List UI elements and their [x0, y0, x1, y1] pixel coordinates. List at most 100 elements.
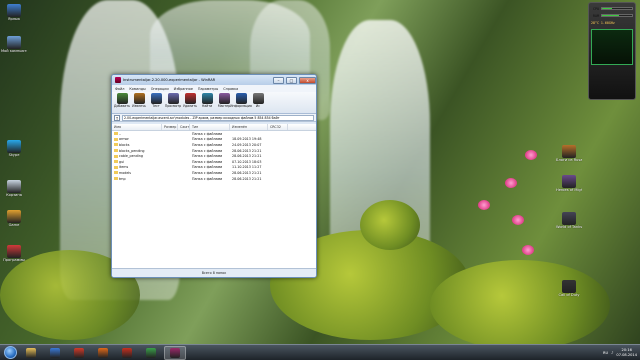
cell-name: cable_pending: [112, 154, 162, 158]
cell-name: gui: [112, 160, 162, 164]
cell-text: gui: [119, 159, 125, 164]
toolbar-button[interactable]: Ис: [250, 93, 266, 112]
column-header-cell[interactable]: Сжат: [178, 124, 190, 130]
minimize-button[interactable]: –: [273, 76, 284, 84]
toolbar-icon: [133, 93, 145, 104]
menu-item[interactable]: Файл: [115, 87, 124, 91]
taskbar-app-opera[interactable]: [68, 346, 90, 360]
winrar-app-icon: [115, 77, 121, 83]
desktop-icon[interactable]: Блоги из Rusak: [556, 145, 582, 167]
menu-item[interactable]: Параметры: [198, 87, 218, 91]
cell-text: armor: [119, 137, 129, 142]
cpu-bar-fill: [601, 8, 612, 9]
volume-icon[interactable]: ♪: [611, 351, 613, 355]
cell-text: 28.06.2013 21:21: [232, 170, 262, 175]
toolbar-button[interactable]: Мастер: [216, 93, 232, 112]
desktop-icon[interactable]: Ярлык: [3, 4, 25, 26]
taskbar-app-filezilla[interactable]: [116, 346, 138, 360]
desktop-icon[interactable]: Мой компьютер: [1, 36, 27, 58]
cell-type: Папка с файлами: [190, 165, 230, 169]
start-button[interactable]: [0, 345, 20, 360]
desktop-icon[interactable]: Game: [3, 210, 25, 232]
toolbar-label: Просмотр: [164, 104, 182, 108]
close-button[interactable]: x: [299, 76, 316, 84]
table-row[interactable]: tmp Папка с файлами 28.06.2013 21:21: [112, 176, 316, 182]
cell-text: blocks_pending: [119, 148, 145, 153]
desktop-icon[interactable]: Skype: [3, 140, 25, 162]
cell-modified: 28.06.2013 21:21: [230, 154, 268, 158]
taskbar-app-explorer[interactable]: [20, 346, 42, 360]
toolbar-icon: [252, 93, 264, 104]
archive-path[interactable]: 2.00-experimentaljar.ascent.scr\modules …: [122, 114, 314, 121]
winrar-window[interactable]: Instrumentaljar-2.20.000-experimentaljar…: [111, 74, 317, 278]
taskbar-app-media[interactable]: [44, 346, 66, 360]
toolbar-button[interactable]: Просмотр: [165, 93, 181, 112]
system-monitor-gadget[interactable]: CPU RAM 28°C 1.60GHz: [588, 2, 636, 100]
toolbar-button[interactable]: Добавить: [114, 93, 130, 112]
cell-type: Папка с файлами: [190, 154, 230, 158]
cell-text: Папка с файлами: [192, 176, 223, 181]
desktop-icon[interactable]: World of Tanks: [556, 212, 582, 234]
column-header-cell[interactable]: Имя: [112, 124, 162, 130]
flower-5: [522, 245, 534, 255]
toolbar-button[interactable]: Тест: [148, 93, 164, 112]
column-header-cell[interactable]: Изменён: [230, 124, 268, 130]
taskbar-app-chrome[interactable]: [140, 346, 162, 360]
toolbar-button[interactable]: Извлечь: [131, 93, 147, 112]
toolbar-label: Ис: [255, 104, 261, 108]
maximize-button[interactable]: □: [286, 76, 297, 84]
menu-item[interactable]: Операции: [151, 87, 169, 91]
desktop-icon[interactable]: Call of Duty: [558, 280, 580, 302]
menu-item[interactable]: Команды: [129, 87, 145, 91]
column-header-cell[interactable]: CRC32: [268, 124, 288, 130]
cell-text: Папка с файлами: [192, 159, 223, 164]
menu-item[interactable]: Справка: [223, 87, 238, 91]
cell-text: Папка с файлами: [192, 165, 223, 170]
cell-text: Папка с файлами: [192, 137, 223, 142]
app-icon: [562, 280, 576, 293]
desktop-icon[interactable]: Корзина: [3, 180, 25, 202]
toolbar-button[interactable]: Найти: [199, 93, 215, 112]
folder-icon: [114, 132, 118, 136]
taskbar-app-winrar[interactable]: [164, 345, 186, 360]
column-header-cell[interactable]: Размер: [162, 124, 178, 130]
desktop-icon-label: Ярлык: [7, 17, 21, 21]
menu-item[interactable]: Избранное: [174, 87, 193, 91]
desktop-icon-label: Мой компьютер: [1, 49, 27, 53]
up-folder-button[interactable]: ↑: [114, 114, 120, 121]
toolbar-label: Удалить: [183, 104, 197, 108]
toolbar-button[interactable]: Информация: [230, 93, 252, 112]
toolbar-label: Добавить: [113, 104, 131, 108]
taskbar-app-firefox[interactable]: [92, 346, 114, 360]
clock-date: 07.08.2014: [616, 352, 637, 357]
cell-text: Папка с файлами: [192, 148, 223, 153]
cell-text: 24.09.2013 20:07: [232, 142, 262, 147]
toolbar-icon: [167, 93, 179, 104]
clock[interactable]: 20:16 07.08.2014: [616, 348, 637, 357]
language-indicator[interactable]: RU: [603, 351, 608, 355]
cell-type: Папка с файлами: [190, 132, 230, 136]
file-rows: .. Папка с файлами armor Папка с файлами 18.…: [112, 131, 316, 181]
titlebar[interactable]: Instrumentaljar-2.20.000-experimentaljar…: [112, 75, 316, 85]
toolbar: Добавить Извлечь Тест Просмотр Удалить Найти М…: [112, 92, 316, 114]
system-tray: RU ♪ 20:16 07.08.2014: [603, 348, 640, 357]
desktop-icon[interactable]: Heroes of Might & Magic: [556, 175, 582, 197]
desktop-icon-label: Call of Duty: [558, 293, 580, 297]
file-list[interactable]: Имя Размер Сжат Тип Изменён CRC32 .. Папка с ф…: [112, 124, 316, 268]
desktop-wallpaper: [0, 0, 640, 344]
cell-modified: 11.10.2013 11:27: [230, 165, 268, 169]
cell-type: Папка с файлами: [190, 149, 230, 153]
address-bar: ↑ 2.00-experimentaljar.ascent.scr\module…: [112, 114, 316, 122]
cell-text: 07.10.2013 18:03: [232, 159, 262, 164]
column-header-cell[interactable]: Тип: [190, 124, 230, 130]
app-icon: [562, 212, 576, 225]
cell-text: Папка с файлами: [192, 142, 223, 147]
desktop-icon[interactable]: Программы: [3, 245, 25, 267]
toolbar-button[interactable]: Удалить: [182, 93, 198, 112]
folder-icon: [114, 149, 118, 153]
app-icon: [7, 36, 21, 49]
ram-bar-fill: [601, 15, 620, 16]
cell-type: Папка с файлами: [190, 160, 230, 164]
taskbar-apps: [20, 345, 186, 360]
flower-2: [505, 178, 517, 188]
